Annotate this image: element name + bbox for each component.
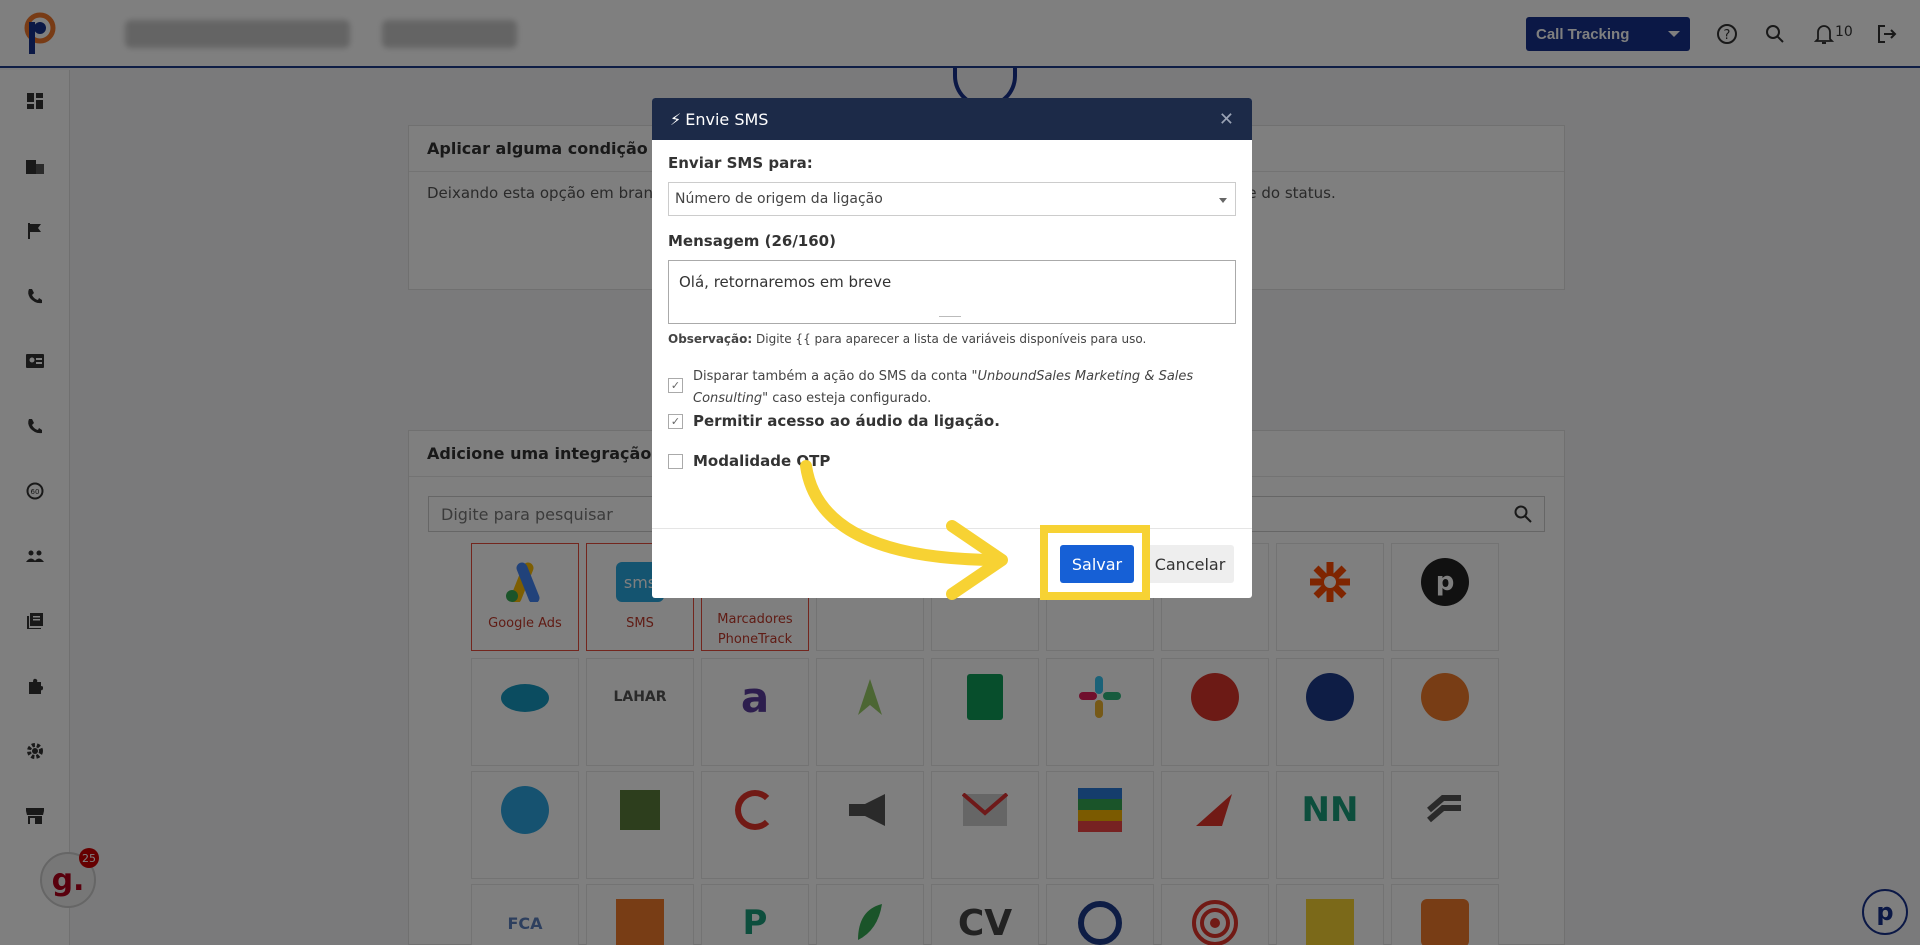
modal-title: Envie SMS [685, 109, 769, 129]
account-sms-option: ✓ Disparar também a ação do SMS da conta… [668, 366, 1236, 410]
audio-access-checkbox[interactable]: ✓ [668, 414, 683, 429]
send-to-value: Número de origem da ligação [675, 191, 883, 207]
bolt-icon: ⚡︎ [670, 109, 682, 129]
send-to-label: Enviar SMS para: [668, 154, 813, 172]
resize-handle[interactable] [939, 316, 961, 324]
account-sms-text: Disparar também a ação do SMS da conta "… [693, 369, 1194, 406]
message-textarea[interactable]: Olá, retornaremos em breve [668, 260, 1236, 324]
send-to-select[interactable]: Número de origem da ligação [668, 182, 1236, 216]
tutorial-arrow-icon [800, 460, 1008, 600]
message-label: Mensagem (26/160) [668, 232, 836, 250]
observation-text: Digite {{ para aparecer a lista de variá… [756, 332, 1147, 346]
message-value: Olá, retornaremos em breve [679, 273, 892, 291]
tutorial-highlight-box [1040, 525, 1150, 600]
chevron-down-icon [1219, 198, 1227, 203]
otp-checkbox[interactable] [668, 454, 683, 469]
observation-note: Observação: Digite {{ para aparecer a li… [668, 332, 1236, 346]
audio-access-option: ✓ Permitir acesso ao áudio da ligação. [668, 410, 1236, 432]
audio-access-text: Permitir acesso ao áudio da ligação. [693, 412, 1000, 430]
close-icon[interactable]: ✕ [1219, 109, 1234, 130]
observation-label: Observação: [668, 332, 753, 346]
cancel-button[interactable]: Cancelar [1146, 545, 1234, 583]
modal-header: ⚡︎ Envie SMS ✕ [652, 98, 1252, 140]
account-sms-checkbox[interactable]: ✓ [668, 378, 683, 393]
